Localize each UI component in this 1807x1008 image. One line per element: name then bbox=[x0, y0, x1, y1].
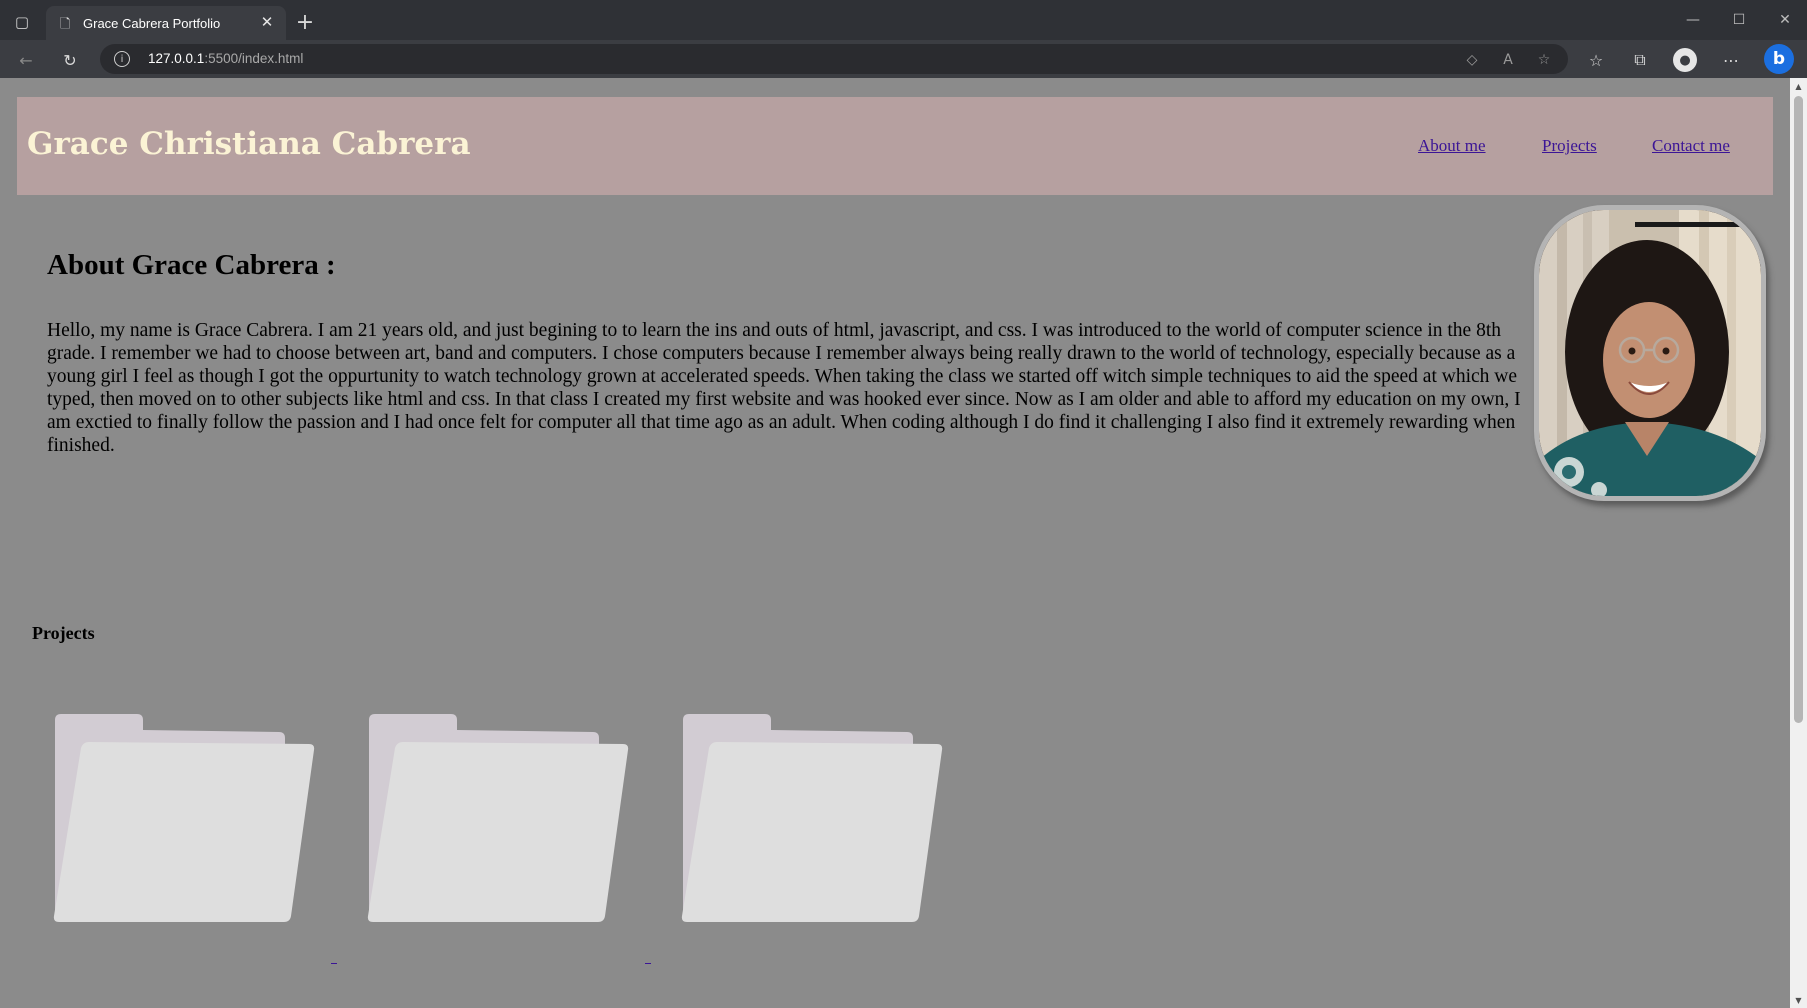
star-add-icon[interactable]: ☆ bbox=[1533, 49, 1555, 71]
tag-icon[interactable]: ◇ bbox=[1461, 49, 1483, 71]
maximize-icon[interactable]: ☐ bbox=[1724, 8, 1754, 32]
about-heading: About Grace Cabrera : bbox=[47, 249, 336, 281]
browser-tab-bar: ▢ 🗋 Grace Cabrera Portfolio ✕ + — ☐ ✕ bbox=[0, 0, 1807, 40]
back-arrow-icon[interactable]: ← bbox=[13, 47, 39, 73]
page-scrollbar[interactable]: ▲ ▼ bbox=[1790, 78, 1807, 1008]
profile-icon[interactable]: ● bbox=[1673, 48, 1697, 72]
nav-link-projects[interactable]: Projects bbox=[1542, 136, 1597, 156]
address-bar[interactable]: i 127.0.0.1:5500/index.html ◇ A ☆ bbox=[100, 44, 1568, 74]
tab-title: Grace Cabrera Portfolio bbox=[83, 16, 221, 31]
window-close-icon[interactable]: ✕ bbox=[1770, 8, 1800, 32]
profile-photo bbox=[1534, 205, 1766, 501]
page-viewport: Grace Christiana Cabrera About me Projec… bbox=[0, 78, 1790, 1008]
site-title: Grace Christiana Cabrera bbox=[27, 126, 471, 162]
more-icon[interactable]: ⋯ bbox=[1718, 47, 1744, 73]
project-folder-icon[interactable] bbox=[679, 712, 943, 924]
project-folder-icon[interactable] bbox=[365, 712, 629, 924]
bing-icon[interactable]: b bbox=[1764, 44, 1794, 74]
site-header: Grace Christiana Cabrera About me Projec… bbox=[17, 97, 1773, 195]
scroll-up-icon[interactable]: ▲ bbox=[1790, 78, 1807, 94]
project-link[interactable] bbox=[331, 962, 337, 964]
favorites-icon[interactable]: ☆ bbox=[1583, 47, 1609, 73]
page-icon: 🗋 bbox=[60, 17, 71, 32]
nav-link-contact[interactable]: Contact me bbox=[1652, 136, 1730, 156]
browser-tab[interactable]: 🗋 Grace Cabrera Portfolio ✕ bbox=[46, 6, 286, 40]
nav-link-about[interactable]: About me bbox=[1418, 136, 1486, 156]
read-aloud-icon[interactable]: A bbox=[1497, 49, 1519, 71]
minimize-icon[interactable]: — bbox=[1678, 8, 1708, 32]
scrollbar-thumb[interactable] bbox=[1794, 96, 1803, 723]
url-text[interactable]: 127.0.0.1:5500/index.html bbox=[148, 51, 303, 66]
refresh-icon[interactable]: ↻ bbox=[57, 47, 83, 73]
browser-toolbar: ← ↻ i 127.0.0.1:5500/index.html ◇ A ☆ ☆ … bbox=[0, 40, 1807, 78]
collections-icon[interactable]: ⧉ bbox=[1627, 47, 1653, 73]
project-folder-icon[interactable] bbox=[51, 712, 315, 924]
close-icon[interactable]: ✕ bbox=[258, 13, 276, 31]
info-icon[interactable]: i bbox=[114, 51, 130, 67]
about-paragraph: Hello, my name is Grace Cabrera. I am 21… bbox=[47, 320, 1521, 456]
project-link[interactable] bbox=[645, 962, 651, 964]
projects-heading: Projects bbox=[32, 623, 95, 643]
plus-icon[interactable]: + bbox=[293, 10, 317, 35]
tab-actions-icon[interactable]: ▢ bbox=[10, 10, 34, 34]
scroll-down-icon[interactable]: ▼ bbox=[1790, 992, 1807, 1008]
